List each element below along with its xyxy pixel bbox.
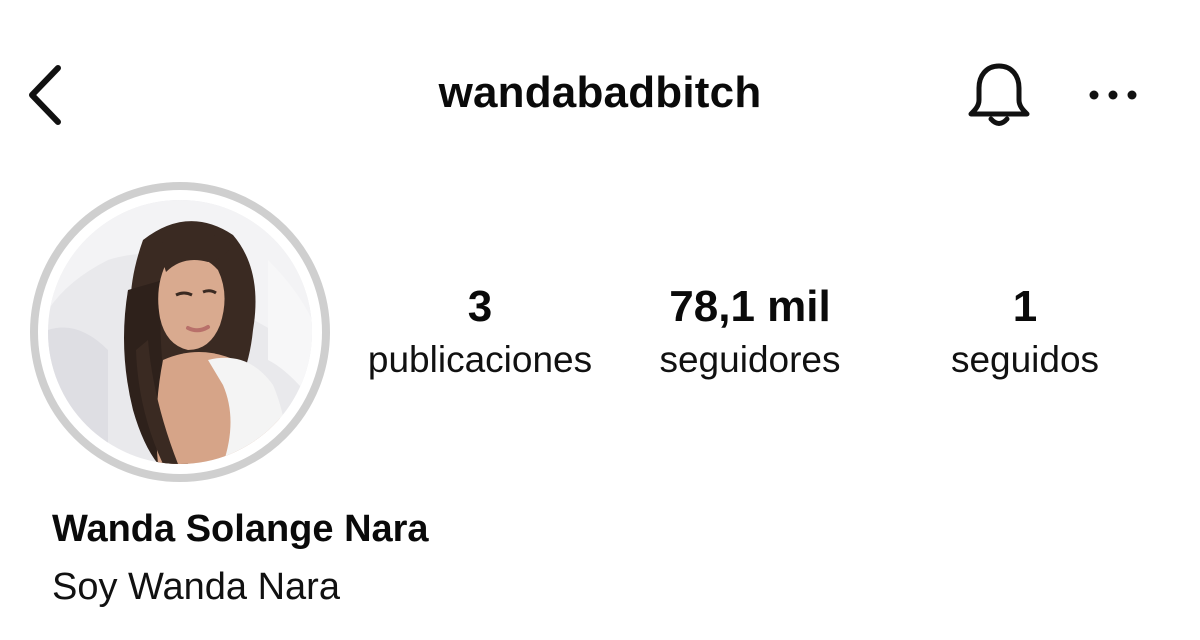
posts-count-label: publicaciones bbox=[367, 339, 593, 380]
following-count-value: 1 bbox=[1012, 282, 1038, 331]
notifications-button[interactable] bbox=[962, 58, 1036, 132]
profile-full-name: Wanda Solange Nara bbox=[52, 508, 429, 550]
profile-username: wandabadbitch bbox=[438, 68, 762, 117]
bell-icon bbox=[968, 63, 1030, 126]
posts-count[interactable]: 3 publicaciones bbox=[350, 280, 610, 386]
chevron-left-icon bbox=[29, 65, 61, 125]
avatar[interactable] bbox=[48, 200, 312, 464]
followers-count-label: seguidores bbox=[659, 339, 841, 380]
profile-photo bbox=[48, 200, 312, 464]
followers-count-value: 78,1 mil bbox=[669, 282, 831, 331]
more-horizontal-icon bbox=[1089, 90, 1137, 100]
top-navigation-bar: wandabadbitch bbox=[0, 0, 1200, 190]
following-count-label: seguidos bbox=[950, 339, 1100, 380]
following-count[interactable]: 1 seguidos bbox=[920, 280, 1130, 386]
profile-page: wandabadbitch 3 publicaciones 78,1 mil s… bbox=[0, 0, 1200, 640]
posts-count-value: 3 bbox=[467, 282, 493, 331]
back-button[interactable] bbox=[22, 62, 70, 128]
followers-count[interactable]: 78,1 mil seguidores bbox=[630, 280, 870, 386]
profile-bio: Soy Wanda Nara bbox=[52, 566, 340, 608]
more-options-button[interactable] bbox=[1082, 80, 1144, 110]
